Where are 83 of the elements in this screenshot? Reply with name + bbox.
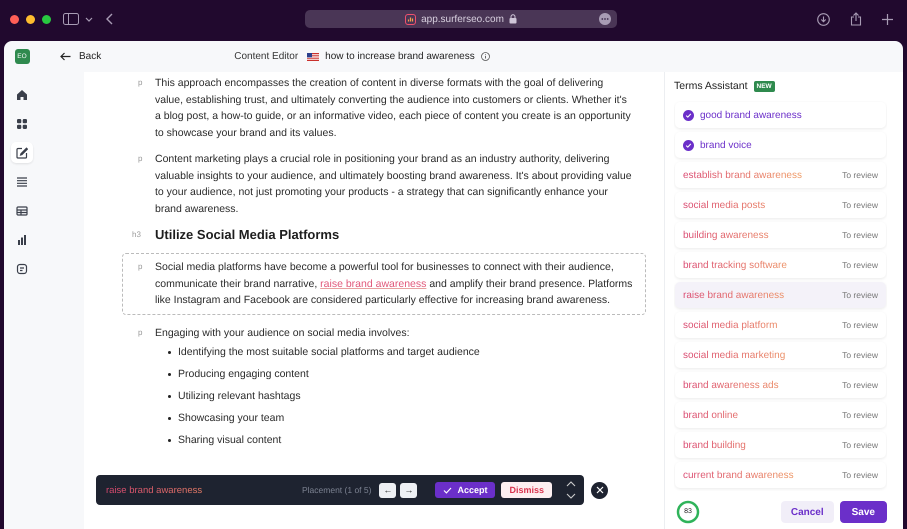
placement-counter: Placement (1 of 5) (302, 485, 372, 495)
list-item: Identifying the most suitable social platforms and target audience (178, 346, 480, 358)
site-logo-icon (405, 14, 416, 24)
term-status: To review (842, 440, 878, 450)
term-item[interactable]: brand online To review (675, 402, 886, 428)
bullet-icon (168, 372, 171, 376)
block-tag: p (138, 151, 146, 217)
previous-button[interactable]: ← (379, 482, 396, 498)
paragraph: Content marketing plays a crucial role in positioning your brand as an industry authority, delivering valuable insights to your audience, and ultimately boosting brand awareness. It's about providing value to your audience, not just promoting your products - a strategy that can significantly enhance your brand awareness. (155, 152, 633, 216)
term-item[interactable]: building awareness To review (675, 222, 886, 248)
check-circle-icon (683, 110, 694, 120)
panel-title: Terms Assistant (674, 80, 748, 92)
more-icon[interactable] (599, 13, 611, 25)
url-text: app.surferseo.com (421, 14, 504, 24)
term-status: To review (842, 260, 878, 270)
block-tag: p (138, 75, 146, 141)
section-heading: Utilize Social Media Platforms (155, 227, 340, 243)
close-button[interactable] (591, 482, 608, 498)
term-item[interactable]: social media marketing To review (675, 342, 886, 368)
lock-icon (508, 14, 517, 24)
term-item[interactable]: brand awareness ads To review (675, 372, 886, 398)
term-status: To review (842, 470, 878, 480)
bullet-icon (168, 350, 171, 354)
term-item[interactable]: raise brand awareness To review (675, 282, 886, 308)
cancel-button[interactable]: Cancel (780, 501, 834, 523)
term-item[interactable]: social media platform To review (675, 312, 886, 338)
address-bar[interactable]: app.surferseo.com (305, 10, 617, 28)
term-status: To review (842, 290, 878, 300)
new-tab-icon[interactable] (882, 14, 893, 24)
term-highlight[interactable]: raise brand awareness (320, 278, 426, 290)
term-item[interactable]: brand tracking software To review (675, 252, 886, 278)
paragraph: Social media platforms have become a powerful tool for businesses to connect with their audience, communicate their brand narrative, raise brand awareness and amplify their brand presence. Platforms like Instagram and Facebook are considered particularly effective for increasing brand awareness. (155, 260, 633, 308)
paragraph: This approach encompasses the creation of content in diverse formats with the goal of delivering value, establishing trust, and ultimately converting the audience into customers or clients. Whether it's a blog post, a how-to guide, or an informative video, each piece of content you create is an opportunity to showcase your brand and its values. (155, 76, 632, 140)
sidebar-toggle-icon[interactable] (63, 13, 79, 25)
paragraph: Engaging with your audience on social media involves: (155, 326, 410, 340)
arrow-left-icon (60, 52, 71, 61)
term-status: To review (842, 320, 878, 330)
term-status: To review (842, 380, 878, 390)
term-item[interactable]: brand voice (675, 132, 886, 158)
term-status: To review (842, 230, 878, 240)
term-item[interactable]: establish brand awareness To review (675, 162, 886, 188)
close-window-dot[interactable] (10, 14, 19, 24)
score-ring (676, 500, 700, 524)
flag-icon (307, 52, 320, 60)
check-icon (443, 486, 452, 494)
list-item: Sharing visual content (178, 434, 282, 446)
list-item: Utilizing relevant hashtags (178, 390, 301, 402)
bullet-icon (168, 438, 171, 442)
term-status: To review (842, 170, 878, 180)
list-item: Producing engaging content (178, 368, 309, 380)
bullet-icon (168, 394, 171, 398)
dismiss-button[interactable]: Dismiss (501, 482, 552, 498)
document-title: how to increase brand awareness (325, 51, 475, 62)
info-icon[interactable] (480, 52, 490, 61)
term-status: To review (842, 350, 878, 360)
block-tag: p (138, 324, 146, 451)
term-item[interactable]: good brand awareness (675, 102, 886, 128)
term-name: good brand awareness (700, 110, 802, 120)
term-item[interactable]: brand building To review (675, 432, 886, 458)
back-button[interactable]: Back (58, 49, 104, 64)
term-status: To review (842, 200, 878, 210)
block-tag: h3 (132, 227, 146, 243)
accept-button[interactable]: Accept (435, 482, 496, 498)
download-icon[interactable] (817, 12, 830, 26)
block-tag: p (138, 259, 146, 308)
next-button[interactable]: → (400, 482, 418, 498)
chevron-down-icon[interactable] (85, 16, 93, 22)
minimize-window-dot[interactable] (26, 14, 35, 24)
close-icon (596, 486, 604, 494)
term-status: To review (842, 410, 878, 420)
list-item: Showcasing your team (178, 412, 284, 424)
edit-nav-icon[interactable] (11, 142, 33, 163)
zoom-window-dot[interactable] (42, 14, 51, 24)
term-name: brand voice (700, 140, 752, 150)
section-title: Content Editor (234, 51, 298, 62)
save-button[interactable]: Save (840, 501, 887, 523)
bullet-icon (168, 416, 171, 420)
chevron-up-icon[interactable] (566, 481, 576, 487)
check-circle-icon (683, 140, 694, 150)
term-item[interactable]: social media posts To review (675, 192, 886, 218)
share-icon[interactable] (850, 12, 862, 26)
term-item[interactable]: current brand awareness To review (675, 462, 886, 488)
chevron-down-icon[interactable] (566, 493, 576, 499)
